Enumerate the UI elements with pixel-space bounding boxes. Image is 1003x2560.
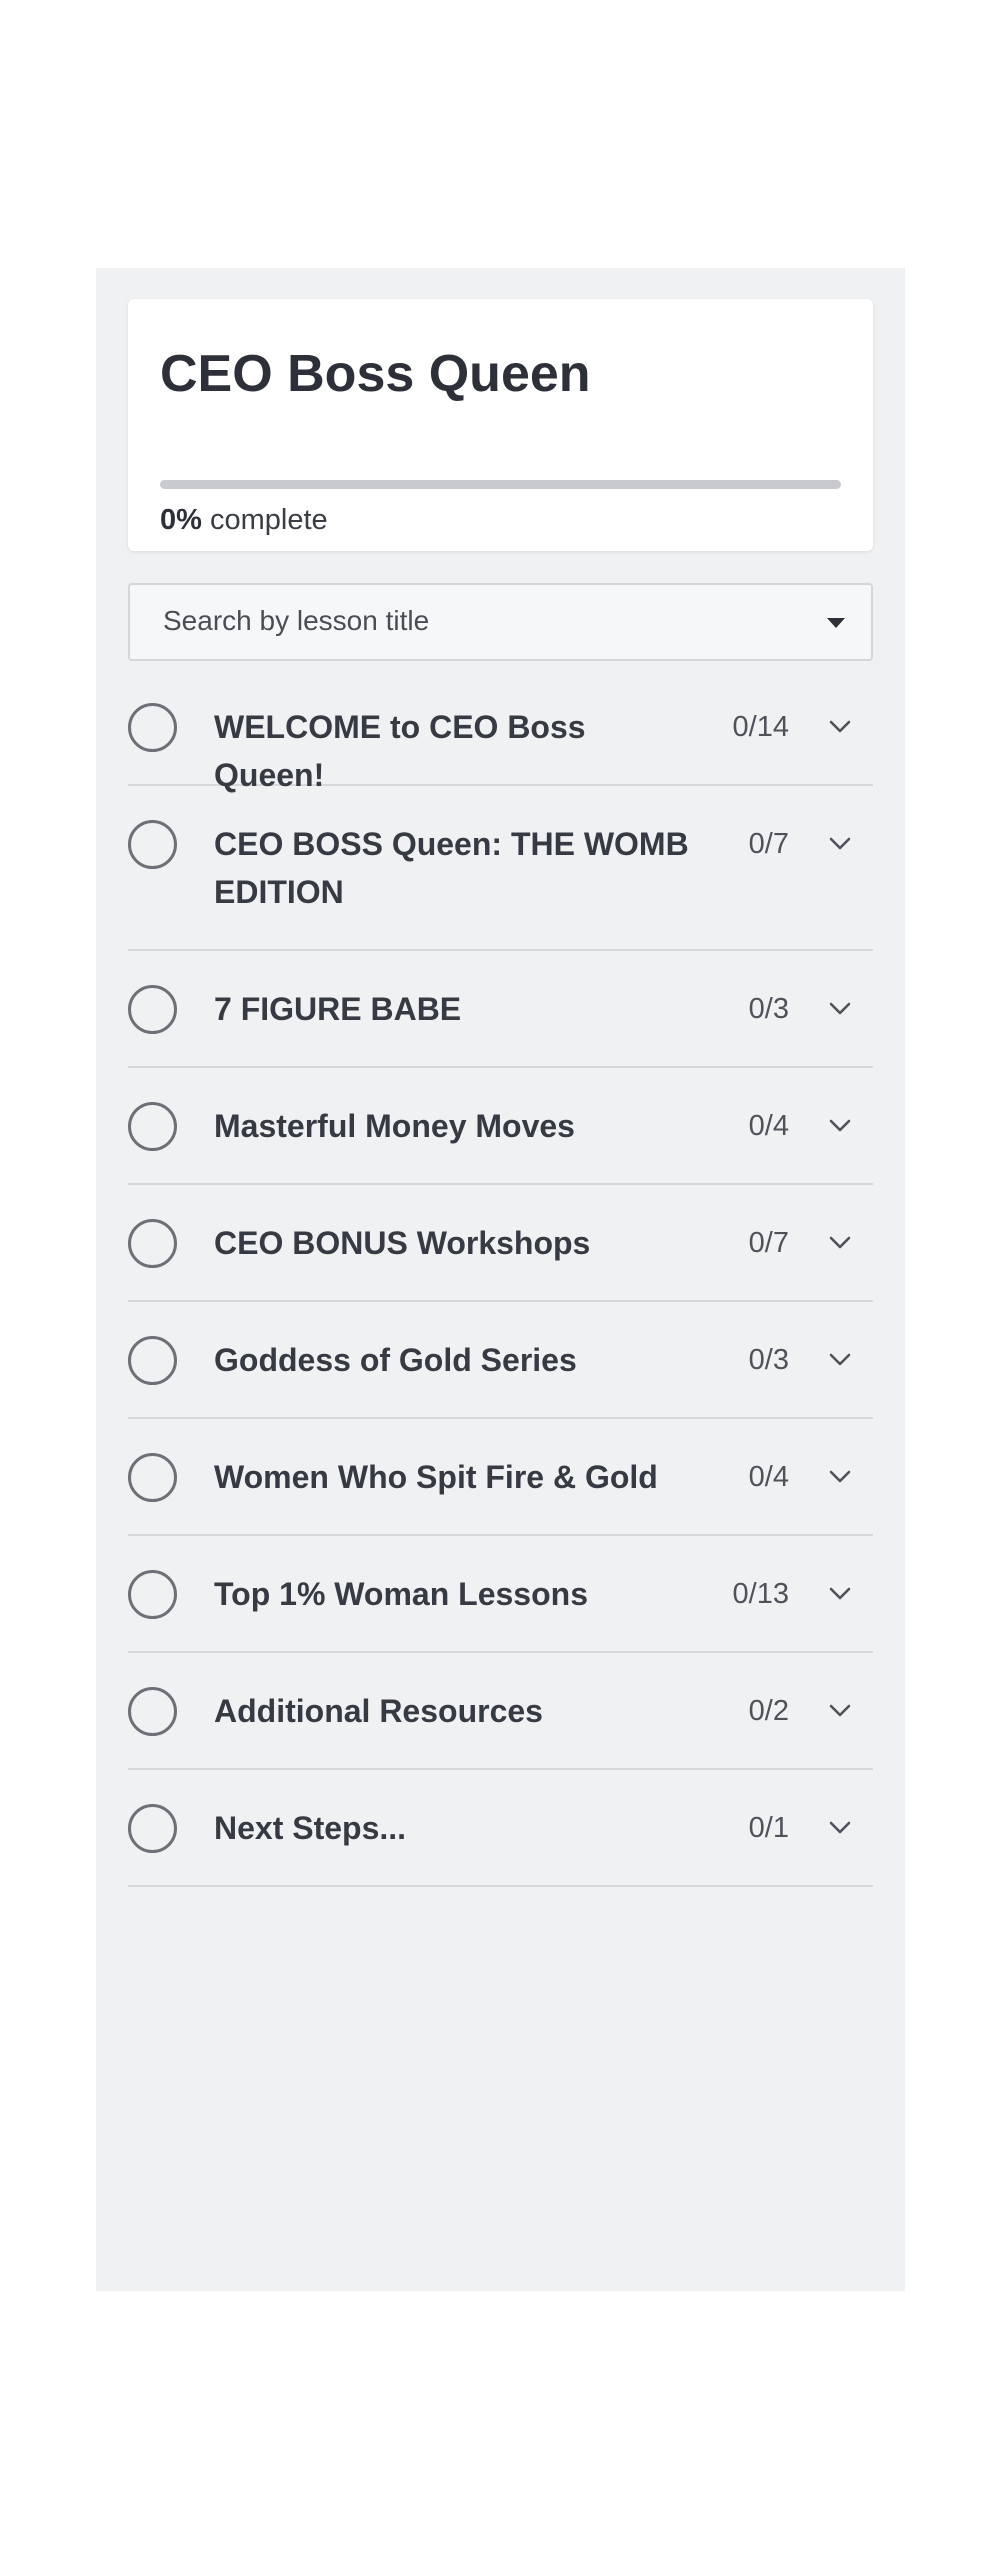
section-title: Masterful Money Moves <box>214 1108 575 1144</box>
section-row[interactable]: Goddess of Gold Series 0/3 <box>128 1302 873 1419</box>
completion-circle-icon <box>128 1219 177 1268</box>
chevron-down-icon[interactable] <box>827 996 853 1022</box>
lesson-search-placeholder: Search by lesson title <box>163 605 430 636</box>
section-row[interactable]: Next Steps... 0/1 <box>128 1770 873 1887</box>
progress-percent: 0% <box>160 504 202 536</box>
section-title: WELCOME to CEO Boss Queen! <box>214 709 586 793</box>
completion-circle-icon <box>128 1336 177 1385</box>
section-progress-count: 0/4 <box>748 1461 789 1493</box>
section-title: Top 1% Woman Lessons <box>214 1576 588 1612</box>
chevron-down-icon[interactable] <box>827 1113 853 1139</box>
section-title: Additional Resources <box>214 1693 543 1729</box>
progress-suffix: complete <box>209 504 328 536</box>
completion-circle-icon <box>128 1102 177 1151</box>
completion-circle-icon <box>128 1804 177 1853</box>
completion-circle-icon <box>128 703 177 752</box>
section-progress-count: 0/7 <box>748 1227 789 1259</box>
section-title: CEO BOSS Queen: THE WOMB EDITION <box>214 826 689 910</box>
chevron-down-icon[interactable] <box>827 1464 853 1490</box>
section-title: 7 FIGURE BABE <box>214 991 462 1027</box>
section-row[interactable]: Additional Resources 0/2 <box>128 1653 873 1770</box>
section-progress-count: 0/1 <box>748 1812 789 1844</box>
completion-circle-icon <box>128 985 177 1034</box>
completion-circle-icon <box>128 1570 177 1619</box>
section-title: Women Who Spit Fire & Gold <box>214 1459 658 1495</box>
section-row[interactable]: Top 1% Woman Lessons 0/13 <box>128 1536 873 1653</box>
section-progress-count: 0/3 <box>748 993 789 1025</box>
section-progress-count: 0/4 <box>748 1110 789 1142</box>
section-progress-count: 0/14 <box>732 711 789 743</box>
chevron-down-icon[interactable] <box>827 1230 853 1256</box>
chevron-down-icon[interactable] <box>827 1347 853 1373</box>
section-row[interactable]: Women Who Spit Fire & Gold 0/4 <box>128 1419 873 1536</box>
section-title: Next Steps... <box>214 1810 407 1846</box>
chevron-down-icon[interactable] <box>827 1815 853 1841</box>
completion-circle-icon <box>128 820 177 869</box>
chevron-down-icon[interactable] <box>827 1581 853 1607</box>
section-title: CEO BONUS Workshops <box>214 1225 591 1261</box>
section-row[interactable]: 7 FIGURE BABE 0/3 <box>128 951 873 1068</box>
course-header-card: CEO Boss Queen 0% complete <box>128 299 873 551</box>
section-progress-count: 0/2 <box>748 1695 789 1727</box>
chevron-down-icon[interactable] <box>827 1698 853 1724</box>
course-sidebar: CEO Boss Queen 0% complete Search by les… <box>96 268 905 2291</box>
completion-circle-icon <box>128 1687 177 1736</box>
section-row[interactable]: WELCOME to CEO Boss Queen! 0/14 <box>128 669 873 793</box>
caret-down-icon <box>827 618 845 628</box>
chevron-down-icon[interactable] <box>827 831 853 857</box>
section-progress-count: 0/7 <box>748 828 789 860</box>
completion-circle-icon <box>128 1453 177 1502</box>
section-row[interactable]: Masterful Money Moves 0/4 <box>128 1068 873 1185</box>
lesson-search-select[interactable]: Search by lesson title <box>128 583 873 661</box>
course-title: CEO Boss Queen <box>160 345 591 403</box>
course-progress-bar <box>160 480 841 489</box>
section-row[interactable]: CEO BOSS Queen: THE WOMB EDITION 0/7 <box>128 786 873 951</box>
section-progress-count: 0/3 <box>748 1344 789 1376</box>
section-progress-count: 0/13 <box>732 1578 789 1610</box>
chevron-down-icon[interactable] <box>827 714 853 740</box>
section-row[interactable]: CEO BONUS Workshops 0/7 <box>128 1185 873 1302</box>
section-title: Goddess of Gold Series <box>214 1342 577 1378</box>
course-progress-text: 0% complete <box>160 504 328 537</box>
